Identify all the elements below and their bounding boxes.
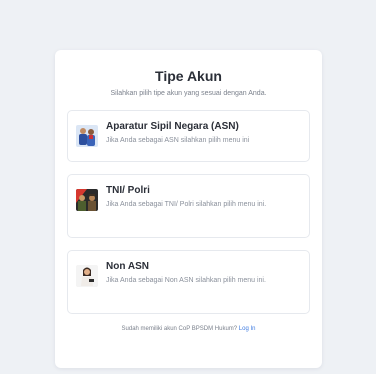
option-non-asn[interactable]: Non ASN Jika Anda sebagai Non ASN silahk… xyxy=(67,250,310,314)
page-title: Tipe Akun xyxy=(155,68,222,84)
option-asn[interactable]: Aparatur Sipil Negara (ASN) Jika Anda se… xyxy=(67,110,310,162)
login-prompt: Sudah memiliki akun CoP BPSDM Hukum? Log… xyxy=(67,326,310,332)
login-link[interactable]: Log In xyxy=(239,326,256,332)
tni-polri-illustration-icon xyxy=(76,189,98,211)
option-non-asn-desc: Jika Anda sebagai Non ASN silahkan pilih… xyxy=(106,277,266,284)
login-prompt-text: Sudah memiliki akun CoP BPSDM Hukum? xyxy=(121,326,238,332)
account-type-card: Tipe Akun Silahkan pilih tipe akun yang … xyxy=(55,50,322,368)
option-tni-polri-desc: Jika Anda sebagai TNI/ Polri silahkan pi… xyxy=(106,201,267,208)
non-asn-illustration-icon xyxy=(76,265,98,287)
option-tni-polri[interactable]: TNI/ Polri Jika Anda sebagai TNI/ Polri … xyxy=(67,174,310,238)
option-asn-title: Aparatur Sipil Negara (ASN) xyxy=(106,121,239,132)
asn-illustration-icon xyxy=(76,125,98,147)
option-non-asn-title: Non ASN xyxy=(106,261,149,272)
option-asn-desc: Jika Anda sebagai ASN silahkan pilih men… xyxy=(106,137,250,144)
page-subtitle: Silahkan pilih tipe akun yang sesuai den… xyxy=(110,90,267,97)
option-tni-polri-title: TNI/ Polri xyxy=(106,185,150,196)
